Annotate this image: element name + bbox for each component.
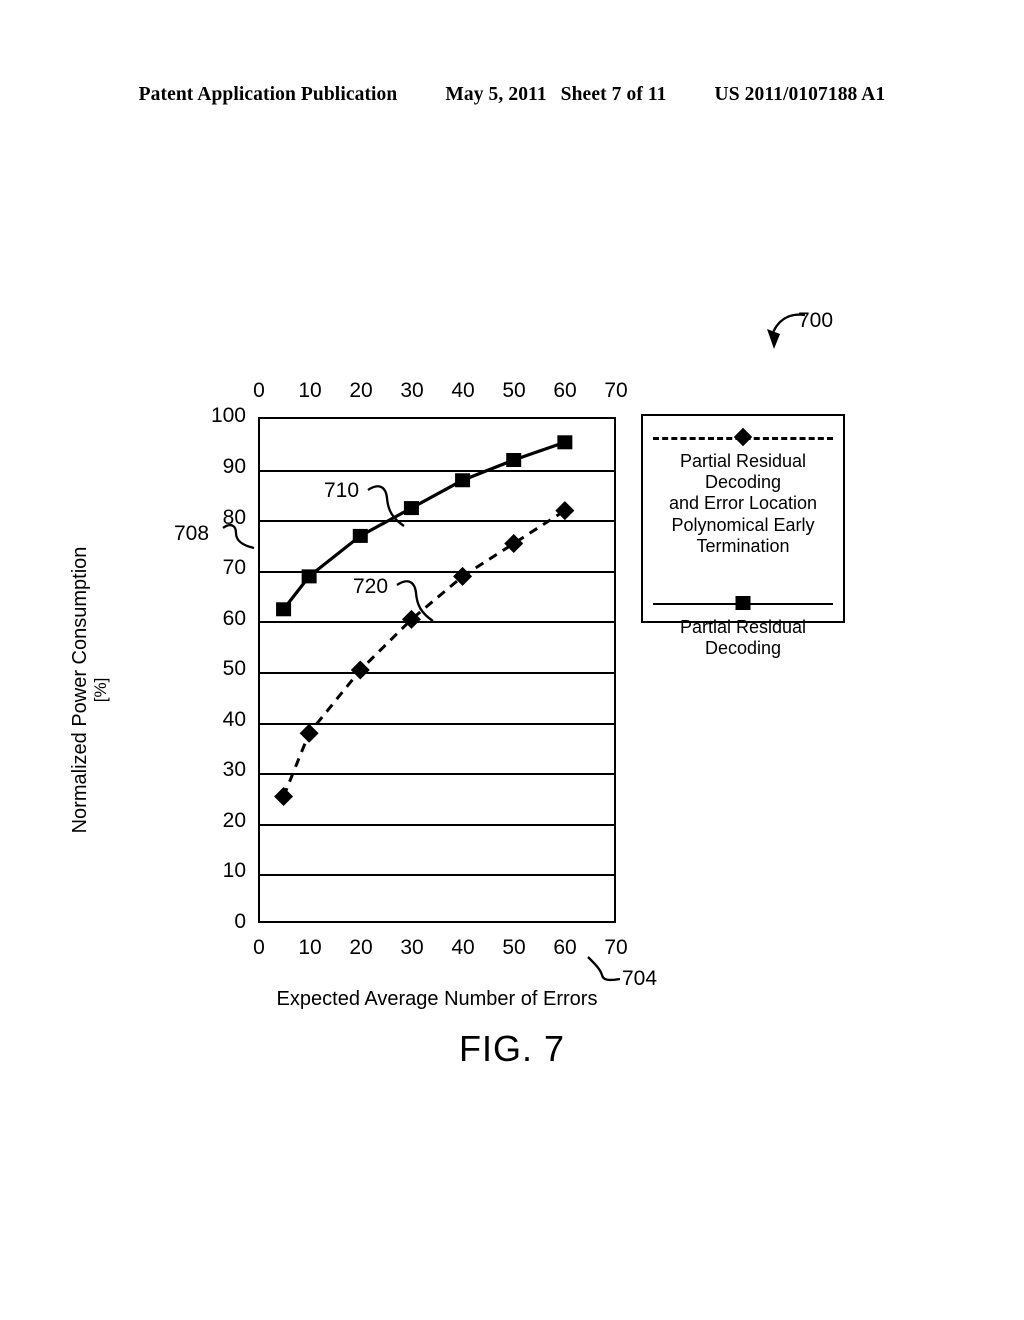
- reference-710-leader: [367, 485, 405, 527]
- x-tick-top-50: 50: [502, 379, 526, 402]
- legend-label-diamond-line-1: Partial Residual Decoding: [679, 451, 807, 493]
- figure-caption: FIG. 7: [458, 1028, 566, 1069]
- x-tick-bottom-20: 20: [349, 936, 373, 959]
- legend-sample-solid-square: [643, 591, 843, 617]
- y-axis-title-text: Normalized Power Consumption: [69, 546, 92, 834]
- reference-708-label: 708: [174, 522, 210, 545]
- y-axis-unit: [%]: [90, 677, 110, 703]
- data-point-710-5: [276, 602, 292, 617]
- legend-label-square-line-1: Partial Residual Decoding: [679, 617, 807, 659]
- y-tick-40: 40: [222, 708, 246, 731]
- x-tick-bottom-60: 60: [553, 936, 577, 959]
- y-tick-100: 100: [210, 404, 246, 427]
- legend-entry-diamond: Partial Residual Decoding and Error Loca…: [643, 425, 843, 557]
- data-point-710-40: [455, 473, 471, 488]
- y-axis-title: Normalized Power Consumption [%]: [69, 530, 110, 850]
- reference-710-label: 710: [324, 479, 360, 502]
- x-tick-bottom-30: 30: [400, 936, 424, 959]
- square-marker-icon: [735, 596, 751, 611]
- data-point-720-10: [299, 723, 319, 743]
- data-point-720-5: [274, 787, 294, 806]
- x-tick-bottom-40: 40: [451, 936, 475, 959]
- x-tick-bottom-10: 10: [298, 936, 322, 959]
- series-line-720: [282, 509, 566, 798]
- x-tick-top-0: 0: [253, 379, 265, 402]
- x-tick-top-10: 10: [298, 379, 322, 402]
- data-point-710-60: [557, 435, 573, 450]
- x-axis-title: Expected Average Number of Errors: [276, 988, 598, 1010]
- x-tick-top-60: 60: [553, 379, 577, 402]
- data-series-layer: [274, 435, 575, 806]
- legend-label-diamond-line-4: Termination: [696, 535, 790, 556]
- legend-sample-dashed-diamond: [643, 425, 843, 451]
- y-tick-30: 30: [222, 758, 246, 781]
- y-tick-0: 0: [234, 910, 246, 933]
- data-point-720-60: [555, 501, 575, 521]
- x-tick-top-30: 30: [400, 379, 424, 402]
- y-tick-70: 70: [222, 556, 246, 579]
- data-point-720-20: [350, 660, 370, 680]
- data-point-710-10: [301, 569, 317, 584]
- legend-entry-square: Partial Residual Decoding: [643, 591, 843, 659]
- data-point-720-50: [504, 534, 524, 553]
- x-tick-top-40: 40: [451, 379, 475, 402]
- y-tick-60: 60: [222, 607, 246, 630]
- y-tick-50: 50: [222, 657, 246, 680]
- reference-720-leader: [396, 580, 434, 622]
- reference-700-label: 700: [798, 309, 834, 332]
- legend-label-diamond: Partial Residual Decoding and Error Loca…: [643, 451, 843, 557]
- x-tick-top-70: 70: [604, 379, 628, 402]
- y-tick-20: 20: [222, 809, 246, 832]
- x-tick-top-20: 20: [349, 379, 373, 402]
- legend-label-square: Partial Residual Decoding: [643, 617, 843, 659]
- x-tick-bottom-50: 50: [502, 936, 526, 959]
- data-point-710-20: [352, 528, 368, 543]
- legend-label-diamond-line-3: Polynomical Early: [671, 514, 815, 535]
- x-tick-bottom-0: 0: [253, 936, 265, 959]
- chart-legend: Partial Residual Decoding and Error Loca…: [641, 414, 845, 658]
- diamond-marker-icon: [733, 427, 753, 447]
- figure-7: 700 0 10 20 30 40 50 60 70 100 90 80 70 …: [0, 0, 1024, 1320]
- y-tick-10: 10: [222, 859, 246, 882]
- legend-label-diamond-line-2: and Error Location: [668, 493, 818, 514]
- data-point-710-50: [506, 453, 522, 468]
- x-tick-bottom-70: 70: [604, 936, 628, 959]
- reference-720-label: 720: [353, 575, 389, 598]
- reference-708-leader: [222, 523, 255, 550]
- y-tick-90: 90: [222, 455, 246, 478]
